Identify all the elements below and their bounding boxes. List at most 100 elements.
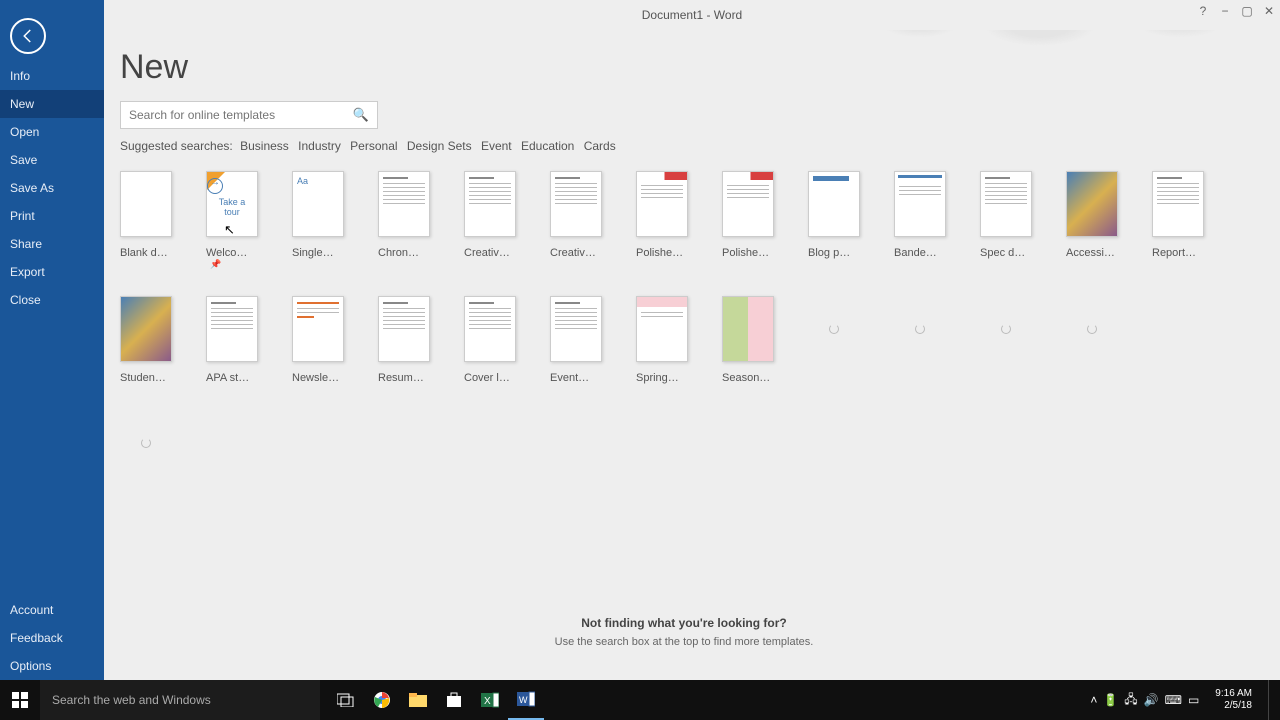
taskbar-clock[interactable]: 9:16 AM 2/5/18 xyxy=(1207,688,1260,712)
nav-item-new[interactable]: New xyxy=(0,90,104,118)
template-tile[interactable]: Take atourWelco…📌 xyxy=(206,171,258,270)
template-thumbnail xyxy=(120,410,172,476)
template-thumbnail xyxy=(808,296,860,362)
template-tile[interactable]: APA st… xyxy=(206,296,258,384)
network-icon[interactable]: 🖧 xyxy=(1124,690,1137,711)
pin-icon: 📌 xyxy=(210,259,221,270)
template-tile[interactable]: Chron… xyxy=(378,171,430,270)
input-icon[interactable]: ▭ xyxy=(1188,693,1199,707)
template-label: Cover l… xyxy=(464,372,510,384)
not-found-message: Not finding what you're looking for? Use… xyxy=(120,616,1248,648)
template-tile[interactable]: Polishe… xyxy=(636,171,688,270)
template-tile[interactable]: Newsle… xyxy=(292,296,344,384)
suggested-link-design-sets[interactable]: Design Sets xyxy=(407,139,472,153)
template-label: Spring… xyxy=(636,372,679,384)
volume-icon[interactable]: 🔊 xyxy=(1144,693,1159,707)
nav-item-open[interactable]: Open xyxy=(0,118,104,146)
titlebar: Document1 - Word ? − ▢ ✕ xyxy=(104,0,1280,30)
suggested-link-event[interactable]: Event xyxy=(481,139,512,153)
nav-item-save[interactable]: Save xyxy=(0,146,104,174)
nav-item-close[interactable]: Close xyxy=(0,286,104,314)
task-view-icon[interactable] xyxy=(328,680,364,720)
template-search-box[interactable]: 🔍 xyxy=(120,101,378,129)
taskbar-search[interactable]: Search the web and Windows xyxy=(40,680,320,720)
close-button[interactable]: ✕ xyxy=(1258,0,1280,22)
file-explorer-icon[interactable] xyxy=(400,680,436,720)
template-tile[interactable]: Event… xyxy=(550,296,602,384)
battery-icon[interactable]: 🔋 xyxy=(1103,693,1118,707)
template-thumbnail xyxy=(722,171,774,237)
chrome-icon[interactable] xyxy=(364,680,400,720)
template-tile[interactable]: Cover l… xyxy=(464,296,516,384)
template-thumbnail xyxy=(894,171,946,237)
template-thumbnail xyxy=(980,171,1032,237)
nav-item-info[interactable]: Info xyxy=(0,62,104,90)
template-tile[interactable]: Polishe… xyxy=(722,171,774,270)
minimize-button[interactable]: − xyxy=(1214,0,1236,22)
nav-item-export[interactable]: Export xyxy=(0,258,104,286)
word-icon[interactable]: W xyxy=(508,680,544,720)
nav-item-feedback[interactable]: Feedback xyxy=(0,624,104,652)
template-grid-row1: Blank do… Take atourWelco…📌 AaSingle… Chron… xyxy=(120,171,1248,270)
template-tile[interactable]: Blog p… xyxy=(808,171,860,270)
tray-chevron-icon[interactable]: ˄ xyxy=(1090,693,1097,707)
nav-item-save-as[interactable]: Save As xyxy=(0,174,104,202)
keyboard-icon[interactable]: ⌨ xyxy=(1165,693,1182,707)
taskbar-search-placeholder: Search the web and Windows xyxy=(52,693,211,707)
search-icon[interactable]: 🔍 xyxy=(353,107,369,123)
template-label: Resum… xyxy=(378,372,424,384)
template-thumbnail xyxy=(894,296,946,362)
template-thumbnail xyxy=(1066,171,1118,237)
nav-item-options[interactable]: Options xyxy=(0,652,104,680)
template-thumbnail xyxy=(550,296,602,362)
template-label: Creativ… xyxy=(464,247,510,259)
template-tile xyxy=(1066,296,1118,384)
nav-item-share[interactable]: Share xyxy=(0,230,104,258)
help-button[interactable]: ? xyxy=(1192,0,1214,22)
template-tile[interactable]: Creativ… xyxy=(464,171,516,270)
svg-text:X: X xyxy=(484,696,491,707)
maximize-button[interactable]: ▢ xyxy=(1236,0,1258,22)
template-tile[interactable]: Studen… xyxy=(120,296,172,384)
template-tile[interactable]: Blank do… xyxy=(120,171,172,270)
template-tile[interactable]: Bande… xyxy=(894,171,946,270)
template-tile xyxy=(980,296,1032,384)
template-thumbnail xyxy=(206,296,258,362)
excel-icon[interactable]: X xyxy=(472,680,508,720)
start-button[interactable] xyxy=(0,680,40,720)
show-desktop-button[interactable] xyxy=(1268,680,1274,720)
suggested-link-personal[interactable]: Personal xyxy=(350,139,397,153)
suggested-link-business[interactable]: Business xyxy=(240,139,289,153)
template-tile xyxy=(808,296,860,384)
template-label: Blank do… xyxy=(120,247,172,259)
template-tile[interactable]: Season… xyxy=(722,296,774,384)
template-thumbnail xyxy=(1066,296,1118,362)
suggested-link-industry[interactable]: Industry xyxy=(298,139,341,153)
nav-item-print[interactable]: Print xyxy=(0,202,104,230)
template-label: Polishe… xyxy=(636,247,683,259)
template-tile[interactable]: Accessi… xyxy=(1066,171,1118,270)
template-tile[interactable]: Spec d… xyxy=(980,171,1032,270)
template-search-input[interactable] xyxy=(129,108,353,122)
store-icon[interactable] xyxy=(436,680,472,720)
template-tile xyxy=(894,296,946,384)
nav-item-account[interactable]: Account xyxy=(0,596,104,624)
suggested-link-education[interactable]: Education xyxy=(521,139,574,153)
system-tray[interactable]: ˄ 🔋 🖧 🔊 ⌨ ▭ xyxy=(1090,690,1199,711)
template-tile[interactable]: Spring… xyxy=(636,296,688,384)
template-thumbnail xyxy=(808,171,860,237)
template-thumbnail xyxy=(120,171,172,237)
not-found-sub: Use the search box at the top to find mo… xyxy=(120,636,1248,648)
template-label: Newsle… xyxy=(292,372,339,384)
template-tile[interactable]: Report… xyxy=(1152,171,1204,270)
suggested-link-cards[interactable]: Cards xyxy=(584,139,616,153)
template-tile[interactable]: Resum… xyxy=(378,296,430,384)
template-tile[interactable]: Creativ… xyxy=(550,171,602,270)
back-button[interactable] xyxy=(10,18,46,54)
template-label: Chron… xyxy=(378,247,419,259)
template-label: APA st… xyxy=(206,372,249,384)
windows-taskbar: Search the web and Windows X W ˄ 🔋 🖧 🔊 ⌨… xyxy=(0,680,1280,720)
template-grid-row2: Studen… APA st… Newsle… Resum… Cover l… Event… xyxy=(120,296,1248,384)
template-tile[interactable]: AaSingle… xyxy=(292,171,344,270)
suggested-label: Suggested searches: xyxy=(120,139,233,153)
